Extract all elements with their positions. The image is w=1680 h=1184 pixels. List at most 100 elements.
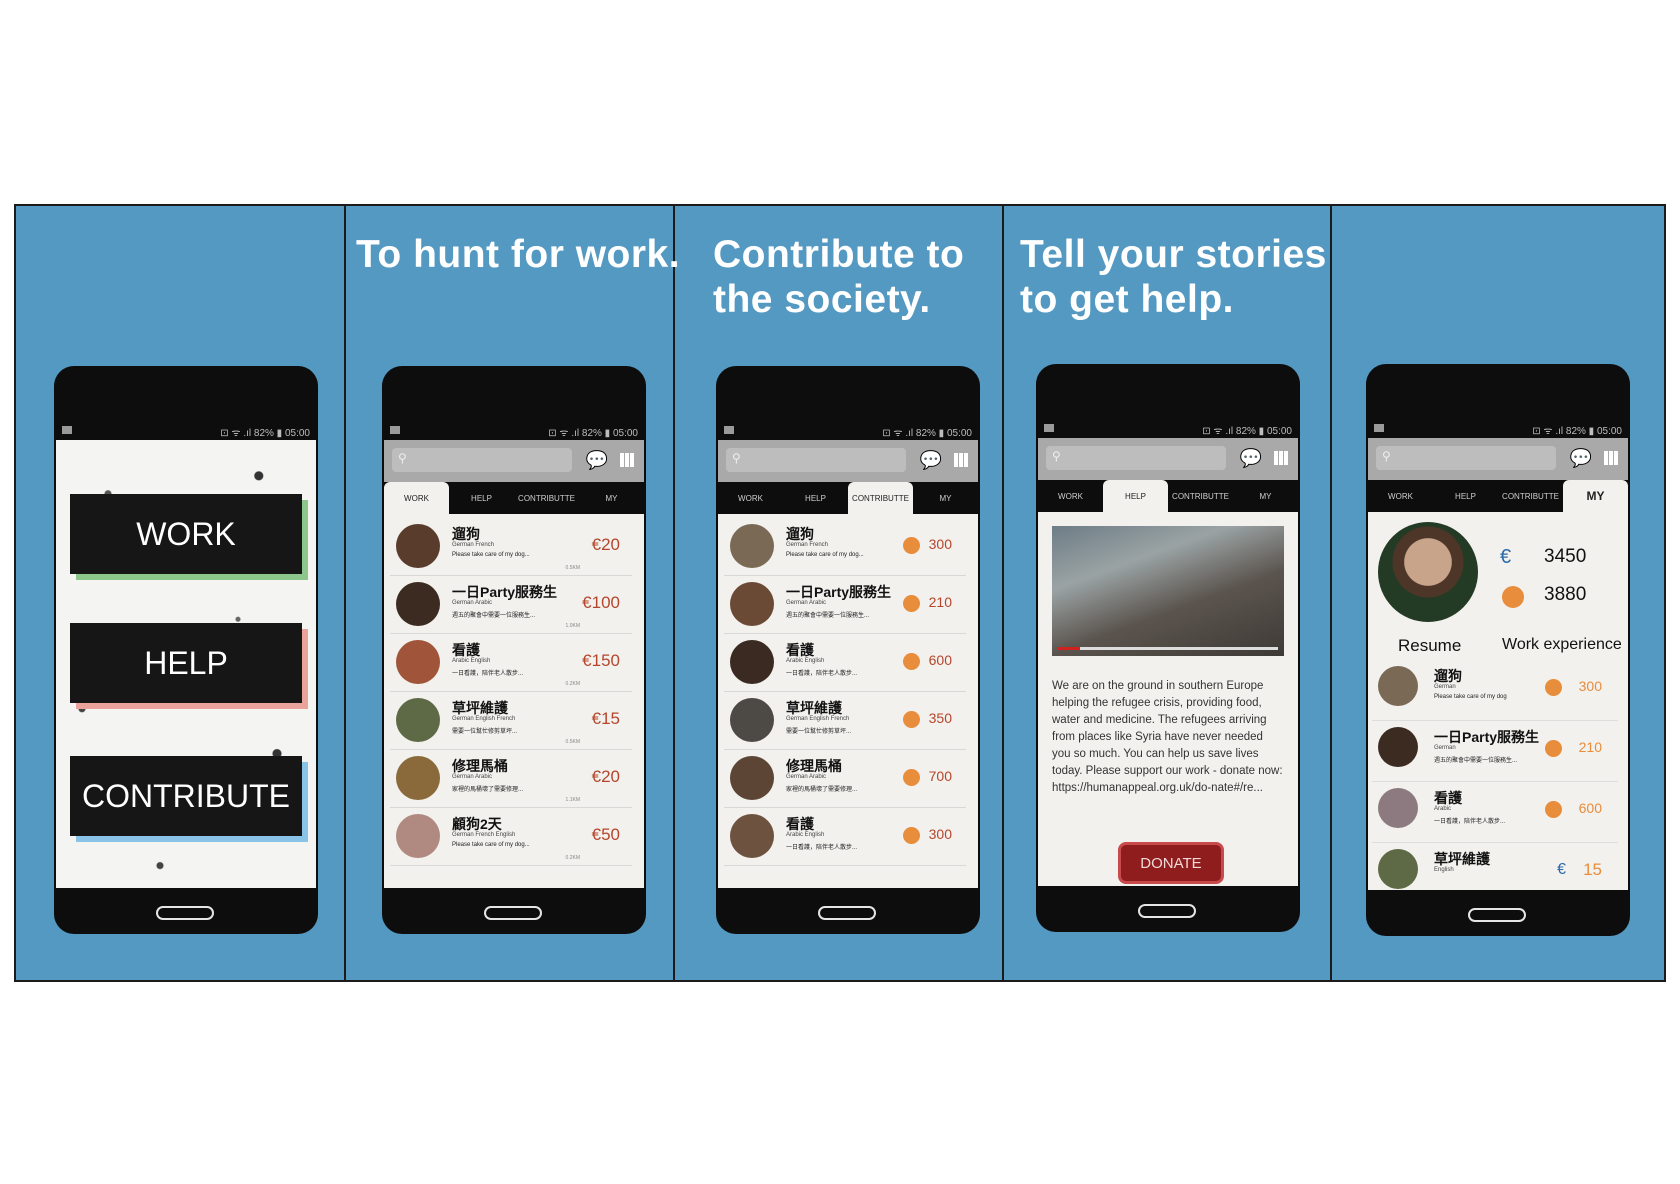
- job-languages: German Arabic: [452, 600, 493, 606]
- tab-contribute[interactable]: CONTRIBUTTE: [1168, 480, 1233, 512]
- home-button[interactable]: [818, 906, 876, 920]
- search-icon: ⚲: [398, 451, 407, 465]
- home-button[interactable]: [484, 906, 542, 920]
- avatar: [396, 582, 440, 626]
- job-title: 一日Party服務生: [1434, 729, 1540, 745]
- search-bar: ⚲ 💬: [718, 440, 978, 482]
- work-screen: ⚲ 💬 WORK HELP CONTRIBUTTE MY 遛狗 German Fr…: [384, 440, 644, 888]
- list-item[interactable]: 看護 Arabic English 一日看護，陪伴老人散步... 600: [724, 634, 966, 692]
- list-item[interactable]: 一日Party服務生 German Arabic 週五的聚會中需要一位服務生... 1…: [390, 576, 632, 634]
- job-languages: Arabic English: [452, 658, 491, 664]
- list-item[interactable]: 草坪維護 English €15: [1372, 843, 1618, 890]
- grid-menu-icon[interactable]: [954, 453, 968, 467]
- search-bar: ⚲ 💬: [1368, 438, 1628, 480]
- help-screen: ⚲ 💬 WORK HELP CONTRIBUTTE MY We are on t…: [1038, 438, 1298, 886]
- job-title: 看護: [1434, 790, 1462, 806]
- status-bar: ⊡ ᯤ .ıl 82% ▮ 05:00: [1036, 422, 1300, 438]
- donate-button[interactable]: DONATE: [1118, 842, 1224, 884]
- job-title: 草坪維護: [1434, 851, 1490, 867]
- job-title: 遛狗: [1434, 668, 1462, 684]
- tab-my[interactable]: MY: [913, 482, 978, 514]
- tab-contribute[interactable]: CONTRIBUTTE: [1498, 480, 1563, 512]
- chat-icon[interactable]: 💬: [1570, 448, 1592, 469]
- list-item[interactable]: 顧狗2天 German French English Please take car…: [390, 808, 632, 866]
- job-distance: 0.2KM: [565, 855, 580, 861]
- list-item[interactable]: 修理馬桶 German Arabic 家裡的馬桶壞了需要修理... 1.1KM €20: [390, 750, 632, 808]
- list-item[interactable]: 一日Party服務生 German 週五的聚會中需要一位服務生... 210: [1372, 721, 1618, 782]
- job-points: 300: [1578, 678, 1602, 694]
- work-experience-link[interactable]: Work experience: [1502, 636, 1622, 654]
- tab-my[interactable]: MY: [579, 482, 644, 514]
- list-item[interactable]: 看護 Arabic English 一日看護，陪伴老人散步... 300: [724, 808, 966, 866]
- chat-icon[interactable]: 💬: [586, 450, 608, 471]
- avatar: [396, 524, 440, 568]
- job-languages: German French: [786, 542, 829, 548]
- tab-my[interactable]: MY: [1563, 480, 1628, 512]
- tab-work[interactable]: WORK: [384, 482, 449, 514]
- chat-icon[interactable]: 💬: [920, 450, 942, 471]
- list-item[interactable]: 遛狗 German Please take care of my dog 300: [1372, 660, 1618, 721]
- job-title: 遛狗: [452, 526, 480, 542]
- tab-help[interactable]: HELP: [449, 482, 514, 514]
- video-progress[interactable]: [1058, 647, 1278, 650]
- contribute-screen: ⚲ 💬 WORK HELP CONTRIBUTTE MY 遛狗 German Fr…: [718, 440, 978, 888]
- job-points: 700: [928, 768, 952, 784]
- tab-contribute[interactable]: CONTRIBUTTE: [848, 482, 913, 514]
- coin-icon: [903, 653, 920, 670]
- list-item[interactable]: 草坪維護 German English French 需要一位幫忙修剪草坪... 35…: [724, 692, 966, 750]
- panel-caption: Tell your stories to get help.: [1020, 233, 1327, 321]
- panel-divider: [1002, 206, 1004, 980]
- list-item[interactable]: 看護 Arabic English 一日看護，陪伴老人散步... 0.2KM €150: [390, 634, 632, 692]
- job-title: 看護: [786, 816, 814, 832]
- search-input[interactable]: ⚲: [392, 448, 572, 472]
- status-bar: ⊡ ᯤ .ıl 82% ▮ 05:00: [382, 424, 646, 440]
- tab-work[interactable]: WORK: [1368, 480, 1433, 512]
- job-points: 600: [928, 652, 952, 668]
- tab-work[interactable]: WORK: [1038, 480, 1103, 512]
- list-item[interactable]: 遛狗 German French Please take care of my do…: [390, 518, 632, 576]
- home-button[interactable]: [1138, 904, 1196, 918]
- avatar: [1378, 727, 1418, 767]
- list-item[interactable]: 看護 Arabic 一日看護，陪伴老人散步... 600: [1372, 782, 1618, 843]
- grid-menu-icon[interactable]: [1274, 451, 1288, 465]
- tab-help[interactable]: HELP: [783, 482, 848, 514]
- job-description: Please take care of my dog...: [786, 552, 864, 558]
- job-description: 一日看護，陪伴老人散步...: [1434, 819, 1506, 825]
- coin-icon: [1545, 740, 1562, 757]
- euro-icon: €: [1500, 546, 1512, 568]
- tab-help[interactable]: HELP: [1433, 480, 1498, 512]
- tab-contribute[interactable]: CONTRIBUTTE: [514, 482, 579, 514]
- list-item[interactable]: 一日Party服務生 German Arabic 週五的聚會中需要一位服務生... 2…: [724, 576, 966, 634]
- euro-icon: €: [1557, 861, 1566, 878]
- job-languages: German Arabic: [786, 774, 827, 780]
- search-input[interactable]: ⚲: [1046, 446, 1226, 470]
- tab-my[interactable]: MY: [1233, 480, 1298, 512]
- search-input[interactable]: ⚲: [726, 448, 906, 472]
- list-item[interactable]: 草坪維護 German English French 需要一位幫忙修剪草坪... 0.…: [390, 692, 632, 750]
- tab-bar: WORK HELP CONTRIBUTTE MY: [1368, 480, 1628, 512]
- avatar: [730, 698, 774, 742]
- history-list: 遛狗 German Please take care of my dog 300 一日…: [1368, 660, 1628, 890]
- search-input[interactable]: ⚲: [1376, 446, 1556, 470]
- tab-work[interactable]: WORK: [718, 482, 783, 514]
- chat-icon[interactable]: 💬: [1240, 448, 1262, 469]
- grid-menu-icon[interactable]: [1604, 451, 1618, 465]
- job-euro-value: 15: [1583, 860, 1602, 879]
- contribute-list: 遛狗 German French Please take care of my do…: [718, 518, 978, 866]
- coin-icon: [1502, 586, 1524, 608]
- contribute-button[interactable]: CONTRIBUTE: [70, 756, 302, 836]
- home-button[interactable]: [156, 906, 214, 920]
- tab-help[interactable]: HELP: [1103, 480, 1168, 512]
- help-button[interactable]: HELP: [70, 623, 302, 703]
- job-description: Please take care of my dog...: [452, 842, 530, 848]
- story-video[interactable]: [1052, 526, 1284, 656]
- job-languages: Arabic: [1434, 806, 1452, 812]
- tab-bar: WORK HELP CONTRIBUTTE MY: [1038, 480, 1298, 512]
- list-item[interactable]: 修理馬桶 German Arabic 家裡的馬桶壞了需要修理... 700: [724, 750, 966, 808]
- work-button[interactable]: WORK: [70, 494, 302, 574]
- resume-link[interactable]: Resume: [1398, 636, 1461, 656]
- home-button[interactable]: [1468, 908, 1526, 922]
- panel-caption: To hunt for work.: [356, 233, 681, 276]
- list-item[interactable]: 遛狗 German French Please take care of my do…: [724, 518, 966, 576]
- grid-menu-icon[interactable]: [620, 453, 634, 467]
